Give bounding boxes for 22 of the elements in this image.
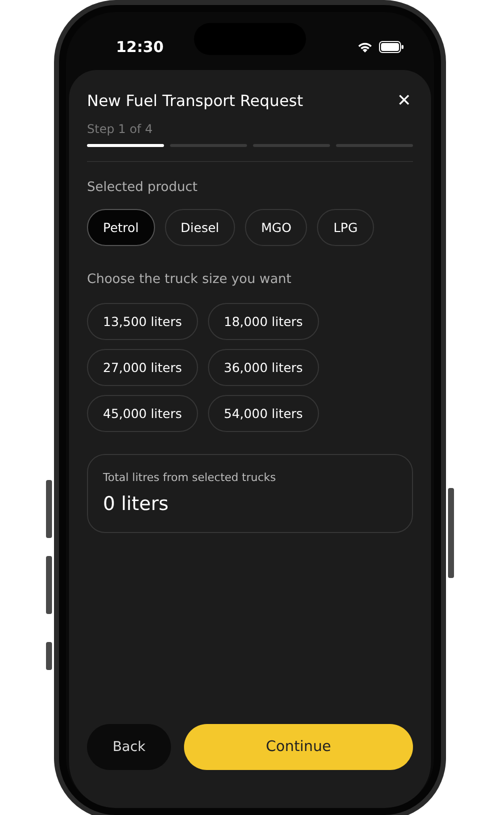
truck-size-chip[interactable]: 13,500 liters — [87, 303, 198, 340]
status-time: 12:30 — [116, 38, 164, 56]
truck-size-chip[interactable]: 27,000 liters — [87, 349, 198, 386]
truck-size-chip[interactable]: 18,000 liters — [208, 303, 319, 340]
step-indicator: Step 1 of 4 — [87, 122, 154, 136]
product-chip[interactable]: Diesel — [164, 209, 236, 246]
truck-size-chip[interactable]: 45,000 liters — [87, 395, 198, 432]
total-value: 0 liters — [103, 493, 170, 515]
total-label: Total litres from selected trucks — [103, 471, 277, 484]
product-chip[interactable]: MGO — [245, 209, 308, 246]
product-chip[interactable]: LPG — [317, 209, 374, 246]
section-label: Selected product — [87, 180, 198, 195]
close-button[interactable]: ✕ — [395, 90, 413, 111]
back-button[interactable]: Back — [87, 724, 171, 770]
section-label: Choose the truck size you want — [87, 272, 292, 287]
wifi-icon — [357, 41, 373, 53]
truck-size-chip[interactable]: 54,000 liters — [208, 395, 319, 432]
battery-icon — [379, 41, 404, 53]
sheet-title: New Fuel Transport Request — [87, 92, 304, 110]
truck-size-chip[interactable]: 36,000 liters — [208, 349, 319, 386]
continue-button[interactable]: Continue — [184, 724, 413, 770]
product-chip[interactable]: Petrol — [87, 209, 155, 246]
